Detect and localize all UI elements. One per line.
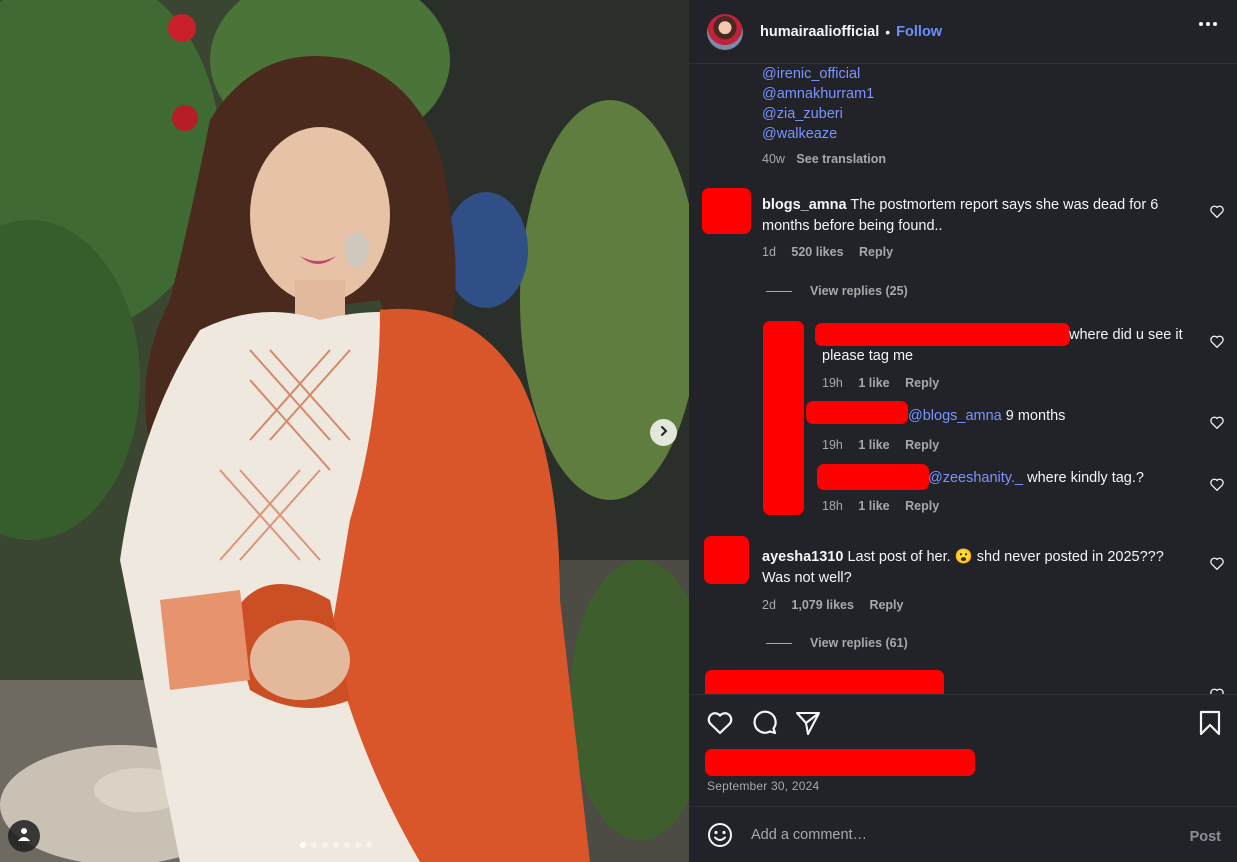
carousel-dots	[300, 842, 372, 848]
comment-username[interactable]: ayesha1310	[762, 549, 843, 565]
comment-body: The postmortem report says she was dead …	[850, 197, 1159, 213]
reply-body: please tag me	[822, 348, 914, 364]
reply-likes[interactable]: 1 like	[858, 376, 889, 390]
reply-age: 18h	[822, 499, 843, 513]
view-replies-label: View replies (25)	[810, 284, 908, 298]
reply-button[interactable]: Reply	[905, 438, 939, 452]
comment-input[interactable]	[751, 823, 1151, 847]
reply-age: 19h	[822, 376, 843, 390]
avatar[interactable]	[707, 13, 743, 50]
carousel-dot	[333, 842, 339, 848]
heart-icon[interactable]	[1210, 557, 1224, 571]
reply-text: @zeeshanity._ where kindly tag.?	[928, 468, 1144, 489]
comment-icon[interactable]	[751, 710, 777, 741]
post-date: September 30, 2024	[707, 779, 820, 793]
carousel-dot	[366, 842, 372, 848]
reply-meta: 19h 1 like Reply	[822, 438, 939, 452]
reply-button[interactable]: Reply	[859, 245, 893, 259]
redacted-likes	[705, 749, 975, 776]
reply-mention[interactable]: @zeeshanity._	[928, 470, 1023, 486]
comment-username[interactable]: blogs_amna	[762, 197, 847, 213]
replies-line	[766, 642, 792, 644]
post-actions: September 30, 2024	[689, 694, 1237, 806]
caption-mention[interactable]: @walkeaze	[762, 126, 837, 142]
carousel-dot	[300, 842, 306, 848]
comments-list[interactable]: @irenic_official @amnakhurram1 @zia_zube…	[689, 64, 1237, 694]
replies-line	[766, 290, 792, 292]
carousel-dot	[311, 842, 317, 848]
post-media[interactable]	[0, 0, 689, 862]
reply-body: 9 months	[1001, 408, 1066, 424]
post-side-panel: humairaaliofficial • Follow @irenic_offi…	[689, 0, 1237, 862]
carousel-dot	[355, 842, 361, 848]
reply-body: where did u see it	[1069, 327, 1183, 343]
comment-meta: 2d 1,079 likes Reply	[762, 598, 903, 612]
tagged-users-button[interactable]	[8, 820, 40, 852]
comment-text: ayesha1310 Last post of her. 😮 shd never…	[762, 547, 1202, 589]
emoji-icon[interactable]	[707, 822, 733, 853]
comment-body: months before being found..	[762, 218, 943, 234]
share-icon[interactable]	[795, 710, 821, 741]
reply-meta: 18h 1 like Reply	[822, 499, 939, 513]
post-header: humairaaliofficial • Follow	[689, 0, 1237, 64]
bookmark-icon[interactable]	[1199, 710, 1221, 741]
see-translation-link[interactable]: See translation	[796, 152, 886, 166]
comment-meta: 1d 520 likes Reply	[762, 245, 893, 259]
view-replies-label: View replies (61)	[810, 636, 908, 650]
view-replies-button[interactable]: View replies (25)	[766, 284, 908, 298]
redacted-avatars	[763, 321, 804, 515]
caption-mention[interactable]: @zia_zuberi	[762, 106, 843, 122]
carousel-dot	[322, 842, 328, 848]
reply-text: @blogs_amna 9 months	[908, 406, 1065, 427]
redacted-username	[806, 401, 908, 424]
separator-dot: •	[885, 23, 891, 40]
reply-age: 19h	[822, 438, 843, 452]
reply-body: where kindly tag.?	[1023, 470, 1144, 486]
redacted-avatar	[702, 188, 751, 234]
caption-meta: 40w See translation	[762, 152, 886, 166]
follow-button[interactable]: Follow	[896, 24, 942, 40]
comment-body: Last post of her. 😮 shd never posted in …	[847, 549, 1164, 565]
next-arrow-icon	[658, 424, 670, 442]
comment-likes[interactable]: 520 likes	[791, 245, 843, 259]
heart-icon[interactable]	[1210, 335, 1224, 349]
reply-meta: 19h 1 like Reply	[822, 376, 939, 390]
reply-mention[interactable]: @blogs_amna	[908, 408, 1002, 424]
comment-text: blogs_amna The postmortem report says sh…	[762, 195, 1192, 237]
redacted-username	[815, 323, 1070, 346]
reply-likes[interactable]: 1 like	[858, 438, 889, 452]
comment-composer: Post	[689, 806, 1237, 862]
reply-button[interactable]: Reply	[905, 376, 939, 390]
heart-icon[interactable]	[1210, 416, 1224, 430]
comment-likes[interactable]: 1,079 likes	[791, 598, 854, 612]
reply-button[interactable]: Reply	[869, 598, 903, 612]
post-photo	[0, 0, 689, 862]
comment-age: 2d	[762, 598, 776, 612]
redacted-username	[817, 464, 929, 490]
more-options-icon[interactable]	[1199, 22, 1217, 26]
carousel-dot	[344, 842, 350, 848]
post-comment-button[interactable]: Post	[1190, 829, 1221, 845]
caption-mention[interactable]: @amnakhurram1	[762, 86, 874, 102]
comment-body: Was not well?	[762, 570, 852, 586]
caption-age: 40w	[762, 152, 785, 166]
heart-icon[interactable]	[1210, 205, 1224, 219]
comment-age: 1d	[762, 245, 776, 259]
post-username[interactable]: humairaaliofficial	[760, 24, 879, 40]
redacted-comment	[705, 670, 944, 694]
caption-mention[interactable]: @irenic_official	[762, 66, 860, 82]
redacted-avatar	[704, 536, 749, 584]
heart-icon[interactable]	[1210, 478, 1224, 492]
heart-icon[interactable]	[707, 711, 733, 740]
view-replies-button[interactable]: View replies (61)	[766, 636, 908, 650]
reply-button[interactable]: Reply	[905, 499, 939, 513]
reply-likes[interactable]: 1 like	[858, 499, 889, 513]
user-tag-icon	[16, 826, 32, 847]
next-image-button[interactable]	[650, 419, 677, 446]
